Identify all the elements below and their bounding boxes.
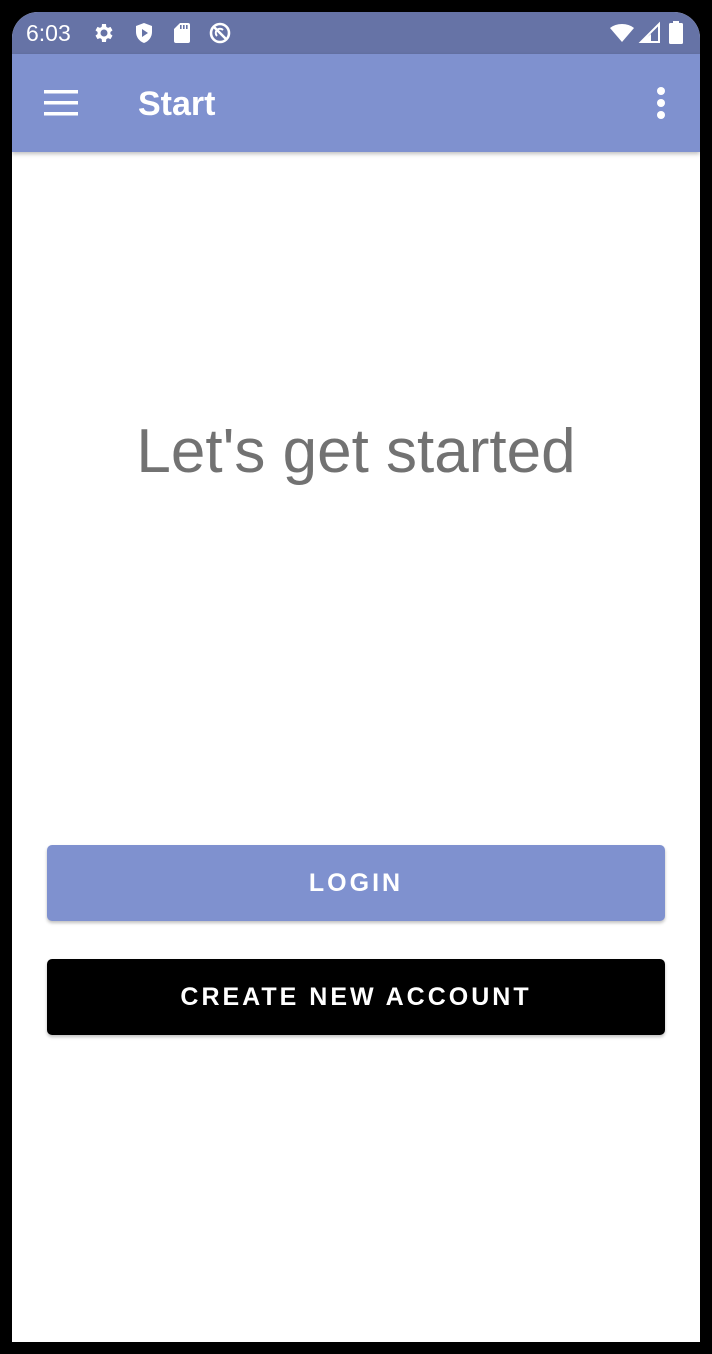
page-title: Start (138, 85, 216, 123)
more-vert-icon[interactable] (646, 83, 676, 123)
hamburger-menu-icon[interactable] (40, 85, 80, 121)
welcome-heading: Let's get started (136, 417, 576, 486)
shield-play-icon (132, 21, 156, 45)
cell-signal-icon (638, 21, 662, 45)
gear-icon (92, 21, 116, 45)
no-sync-icon (208, 21, 232, 45)
status-bar: 6:03 (12, 12, 700, 54)
app-bar: Start (12, 54, 700, 152)
login-button[interactable]: LOGIN (47, 845, 665, 921)
battery-icon (668, 21, 684, 45)
status-time: 6:03 (26, 20, 71, 46)
sd-card-icon (170, 21, 194, 45)
create-account-button[interactable]: CREATE NEW ACCOUNT (47, 959, 665, 1035)
wifi-icon (610, 21, 634, 45)
phone-screen: 6:03 Start Let's get started LOGIN CREAT… (12, 12, 700, 1342)
